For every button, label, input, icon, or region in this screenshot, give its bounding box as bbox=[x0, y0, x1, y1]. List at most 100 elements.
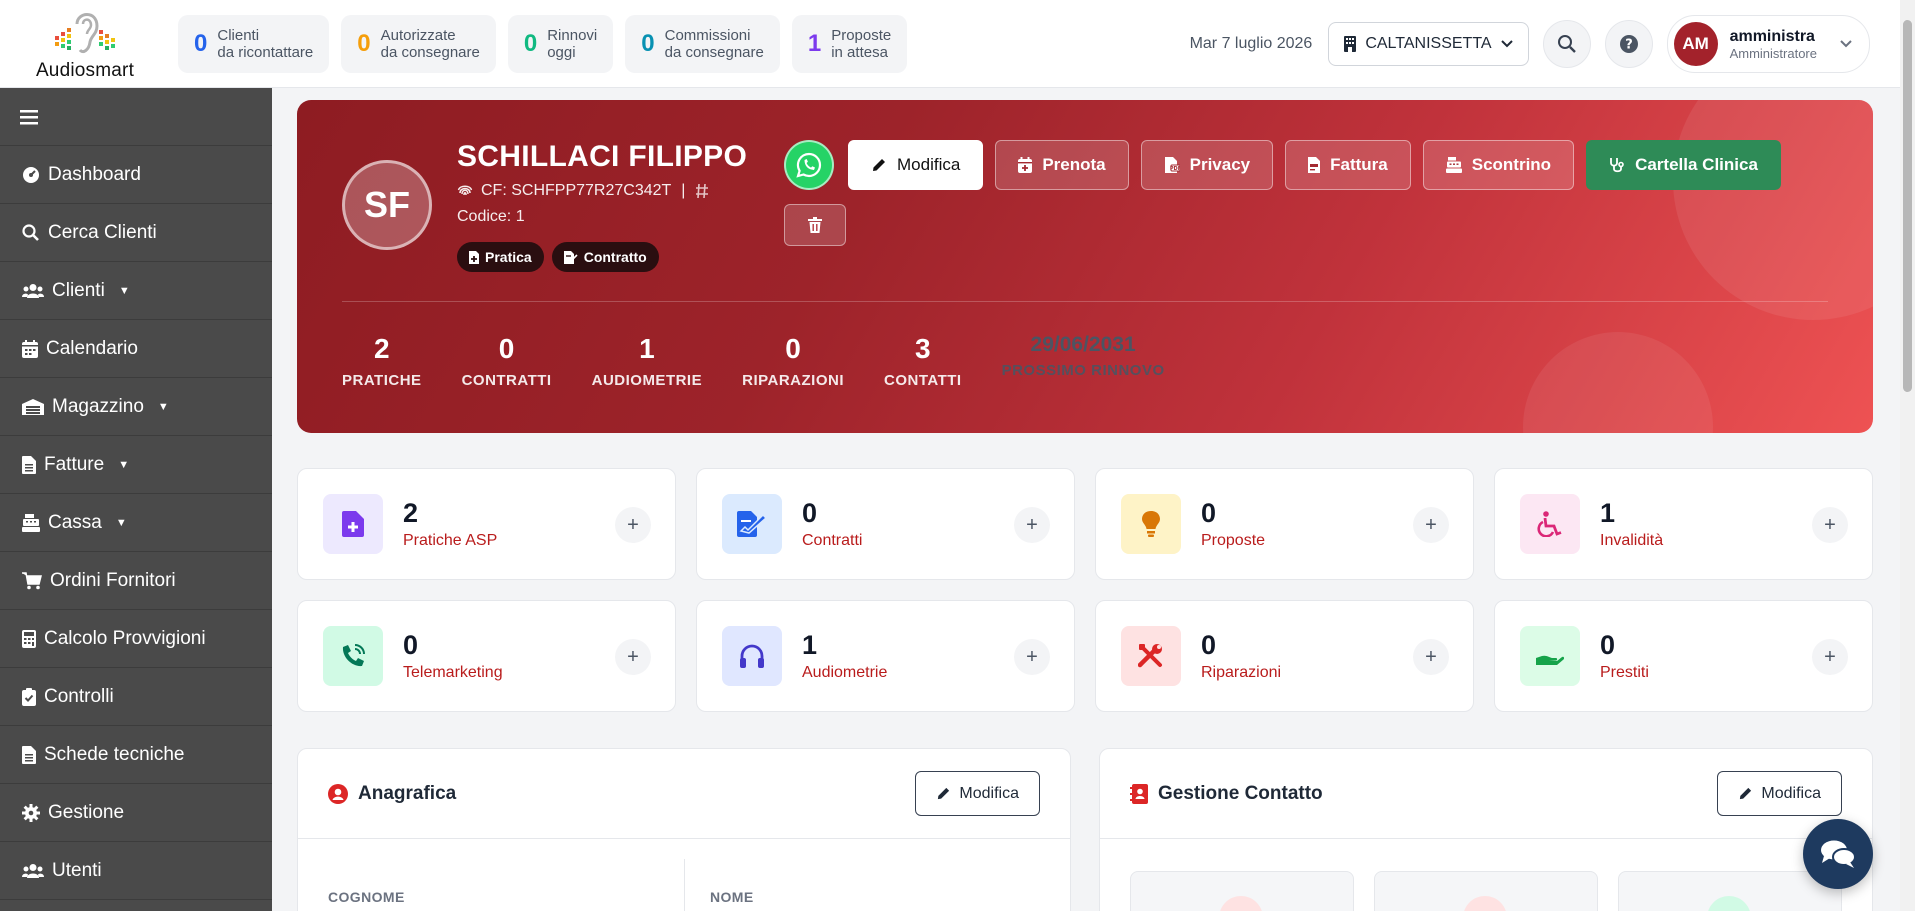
sidebar-item-label: Utenti bbox=[52, 859, 102, 881]
stat-riparazioni: 0 RIPARAZIONI bbox=[742, 332, 844, 389]
add-button[interactable]: + bbox=[1014, 507, 1050, 543]
search-button[interactable] bbox=[1542, 20, 1591, 68]
page-scrollbar[interactable] bbox=[1900, 0, 1915, 911]
stat-label: CONTATTI bbox=[884, 372, 962, 389]
clinical-record-button[interactable]: Cartella Clinica bbox=[1586, 140, 1781, 190]
contact-summary-card[interactable] bbox=[1130, 871, 1354, 911]
main-content: SF SCHILLACI FILIPPO CF: SCHFPP77R27C342… bbox=[297, 100, 1873, 911]
user-role: Amministratore bbox=[1729, 45, 1817, 61]
sidebar-item-calcolo-provvigioni[interactable]: Calcolo Provvigioni bbox=[0, 610, 272, 668]
sidebar-toggle[interactable] bbox=[0, 88, 272, 146]
panel-title: Gestione Contatto bbox=[1158, 782, 1323, 804]
file-icon bbox=[22, 745, 36, 764]
receipt-button[interactable]: Scontrino bbox=[1422, 140, 1575, 190]
ear-logo-icon bbox=[55, 12, 115, 53]
sidebar-item-label: Gestione bbox=[48, 801, 125, 823]
card-invalidita[interactable]: 1 Invalidità + bbox=[1494, 468, 1873, 580]
calendar-icon bbox=[1219, 896, 1263, 911]
caret-down-icon: ▼ bbox=[118, 284, 130, 297]
document-icon bbox=[22, 455, 36, 474]
card-contratti[interactable]: 0 Contratti + bbox=[696, 468, 1075, 580]
stat-autorizzate[interactable]: 0 Autorizzate da consegnare bbox=[341, 14, 496, 73]
sidebar-item-cassa[interactable]: Cassa ▼ bbox=[0, 494, 272, 552]
top-bar: Audiosmart 0 Clienti da ricontattare 0 Au… bbox=[0, 0, 1900, 88]
card-proposte[interactable]: 0 Proposte + bbox=[1095, 468, 1474, 580]
tag-pratica[interactable]: Pratica bbox=[457, 242, 544, 272]
add-button[interactable]: + bbox=[615, 639, 651, 675]
add-button[interactable]: + bbox=[1014, 639, 1050, 675]
stat-commissioni[interactable]: 0 Commissioni da consegnare bbox=[625, 14, 780, 73]
card-value: 2 bbox=[403, 498, 419, 528]
delete-client-button[interactable] bbox=[784, 204, 846, 246]
search-icon bbox=[22, 223, 39, 241]
sidebar-item-calendario[interactable]: Calendario bbox=[0, 320, 272, 378]
sidebar-item-cerca-clienti[interactable]: Cerca Clienti bbox=[0, 204, 272, 262]
branch-name: CALTANISSETTA bbox=[1365, 35, 1492, 52]
brand-logo[interactable]: Audiosmart bbox=[0, 0, 150, 88]
client-name: SCHILLACI FILIPPO bbox=[457, 140, 748, 173]
bullhorn-icon bbox=[1463, 896, 1507, 911]
help-button[interactable]: ? bbox=[1604, 20, 1653, 68]
add-button[interactable]: + bbox=[1413, 639, 1449, 675]
sidebar-item-fatture[interactable]: Fatture ▼ bbox=[0, 436, 272, 494]
add-button[interactable]: + bbox=[615, 507, 651, 543]
sidebar-item-controlli[interactable]: Controlli bbox=[0, 668, 272, 726]
card-label: Contratti bbox=[802, 532, 863, 549]
sidebar-item-label: Schede tecniche bbox=[44, 743, 185, 765]
privacy-button[interactable]: PDF Privacy bbox=[1140, 140, 1274, 190]
card-pratiche-asp[interactable]: 2 Pratiche ASP + bbox=[297, 468, 676, 580]
edit-anagrafica-button[interactable]: Modifica bbox=[915, 771, 1040, 816]
sidebar-item-schede-tecniche[interactable]: Schede tecniche bbox=[0, 726, 272, 784]
sidebar-item-dashboard[interactable]: Dashboard bbox=[0, 146, 272, 204]
phone-volume-icon bbox=[323, 626, 383, 686]
sidebar-item-label: Calendario bbox=[46, 337, 138, 359]
button-label: Cartella Clinica bbox=[1635, 155, 1758, 174]
stat-proposte[interactable]: 1 Proposte in attesa bbox=[791, 14, 908, 73]
warehouse-icon bbox=[22, 398, 44, 415]
chat-button[interactable] bbox=[1803, 819, 1873, 889]
whatsapp-button[interactable] bbox=[784, 140, 834, 190]
sidebar-item-utenti[interactable]: Utenti bbox=[0, 842, 272, 900]
sidebar-item-ordini-fornitori[interactable]: Ordini Fornitori bbox=[0, 552, 272, 610]
tag-contratto[interactable]: Contratto bbox=[551, 242, 659, 272]
invoice-button[interactable]: Fattura bbox=[1285, 140, 1411, 190]
stat-contratti: 0 CONTRATTI bbox=[462, 332, 552, 389]
contact-summary-card[interactable] bbox=[1374, 871, 1598, 911]
file-pdf-icon: PDF bbox=[1164, 157, 1180, 173]
client-avatar: SF bbox=[342, 160, 432, 250]
cart-icon bbox=[22, 571, 42, 589]
book-appointment-button[interactable]: Prenota bbox=[995, 140, 1129, 190]
card-riparazioni[interactable]: 0 Riparazioni + bbox=[1095, 600, 1474, 712]
stat-label: CONTRATTI bbox=[461, 372, 552, 389]
stat-rinnovi-oggi[interactable]: 0 Rinnovi oggi bbox=[507, 14, 614, 73]
add-button[interactable]: + bbox=[1413, 507, 1449, 543]
trash-icon bbox=[808, 217, 822, 233]
button-label: Scontrino bbox=[1471, 155, 1552, 174]
card-telemarketing[interactable]: 0 Telemarketing + bbox=[297, 600, 676, 712]
stat-value: 0 bbox=[641, 29, 655, 57]
branch-selector[interactable]: CALTANISSETTA bbox=[1328, 22, 1529, 66]
scrollbar-thumb[interactable] bbox=[1903, 20, 1912, 392]
card-prestiti[interactable]: 0 Prestiti + bbox=[1494, 600, 1873, 712]
card-audiometrie[interactable]: 1 Audiometrie + bbox=[696, 600, 1075, 712]
stat-contatti: 3 CONTATTI bbox=[884, 332, 962, 389]
sidebar-item-magazzino[interactable]: Magazzino ▼ bbox=[0, 378, 272, 436]
add-button[interactable]: + bbox=[1812, 507, 1848, 543]
decorative-circle bbox=[1673, 100, 1873, 320]
stat-clienti-ricontattare[interactable]: 0 Clienti da ricontattare bbox=[178, 14, 330, 73]
contact-summary-card[interactable] bbox=[1618, 871, 1842, 911]
add-button[interactable]: + bbox=[1812, 639, 1848, 675]
file-signature-icon bbox=[722, 494, 782, 554]
brand-name: Audiosmart bbox=[35, 59, 135, 81]
sidebar-item-label: Magazzino bbox=[52, 395, 144, 417]
question-circle-icon: ? bbox=[1619, 35, 1638, 53]
sidebar-item-clienti[interactable]: Clienti ▼ bbox=[0, 262, 272, 320]
stat-label: AUDIOMETRIE bbox=[591, 372, 703, 389]
edit-client-button[interactable]: Modifica bbox=[848, 140, 984, 190]
decorative-circle bbox=[1523, 332, 1713, 433]
wheelchair-icon bbox=[1520, 494, 1580, 554]
user-menu[interactable]: AM amministra Amministratore bbox=[1666, 15, 1870, 73]
edit-contatto-button[interactable]: Modifica bbox=[1717, 771, 1842, 816]
stat-label: PRATICHE bbox=[342, 372, 422, 389]
sidebar-item-gestione[interactable]: Gestione bbox=[0, 784, 272, 842]
